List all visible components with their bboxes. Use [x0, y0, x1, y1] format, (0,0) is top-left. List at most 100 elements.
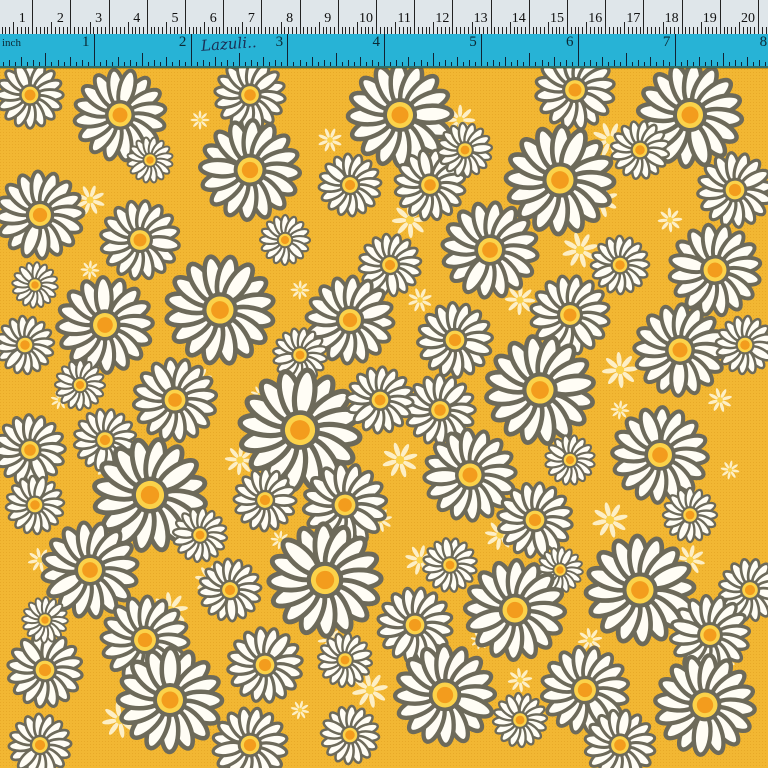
- cm-tick: [200, 27, 202, 34]
- cm-label: 5: [171, 11, 179, 26]
- cm-tick: [467, 27, 469, 34]
- inch-label: 6: [566, 34, 574, 50]
- cm-tick: [494, 27, 496, 34]
- cm-tick: [391, 27, 393, 34]
- cm-tick: [540, 27, 542, 34]
- cm-tick: [303, 27, 305, 34]
- small-white-flower: [190, 110, 210, 130]
- cm-tick: [291, 27, 293, 34]
- cm-tick: [402, 27, 404, 34]
- cm-tick: [387, 27, 389, 34]
- cm-tick: [337, 0, 339, 34]
- cm-tick: [97, 27, 99, 34]
- cm-tick: [662, 22, 664, 34]
- cm-tick: [100, 27, 102, 34]
- cm-tick: [150, 27, 152, 34]
- cm-tick: [234, 27, 236, 34]
- cm-tick: [406, 27, 408, 34]
- cm-tick: [211, 27, 213, 34]
- cm-label: 6: [209, 11, 217, 26]
- cm-tick: [47, 27, 49, 34]
- cm-tick: [578, 27, 580, 34]
- cm-tick: [123, 27, 125, 34]
- inch-tick: [747, 57, 749, 66]
- cm-tick: [758, 0, 759, 34]
- cm-tick: [723, 27, 725, 34]
- inch-tick: [21, 57, 23, 66]
- cm-tick: [1, 27, 3, 34]
- fabric-photo: 1 2 3 4 5 6 7 8 9 10 11 12 13 14 15 16 17 18 19 20 inch Laz…: [0, 0, 768, 768]
- cm-label: 4: [133, 11, 141, 26]
- cm-tick: [754, 27, 756, 34]
- cm-tick: [333, 27, 335, 34]
- inch-tick: [118, 57, 119, 66]
- cm-tick: [120, 27, 122, 34]
- cm-tick: [704, 27, 706, 34]
- inch-tick: [287, 34, 289, 66]
- inch-tick: [626, 53, 628, 66]
- cm-tick: [620, 27, 622, 34]
- cm-label: 15: [550, 11, 564, 26]
- inch-tick: [263, 57, 265, 66]
- cm-tick: [532, 27, 534, 34]
- inch-tick: [45, 53, 47, 66]
- cm-tick: [376, 0, 377, 34]
- cm-tick: [238, 27, 240, 34]
- cm-tick: [207, 27, 209, 34]
- cm-tick: [62, 27, 64, 34]
- cm-tick: [307, 27, 309, 34]
- cm-tick: [524, 27, 526, 34]
- inch-tick: [650, 57, 652, 66]
- cm-tick: [383, 27, 385, 34]
- cm-tick: [70, 0, 72, 34]
- cm-tick: [78, 27, 80, 34]
- inch-tick: [456, 57, 458, 66]
- cm-tick: [242, 22, 244, 34]
- cm-tick: [498, 27, 500, 34]
- inch-label: 7: [662, 34, 671, 50]
- cm-tick: [257, 27, 259, 34]
- cm-tick: [418, 27, 420, 34]
- cm-tick: [288, 27, 290, 34]
- cm-tick: [127, 22, 129, 34]
- cm-tick: [188, 27, 190, 34]
- cm-tick: [658, 27, 660, 34]
- cm-tick: [181, 27, 183, 34]
- inch-tick: [674, 34, 676, 66]
- cm-tick: [448, 27, 450, 34]
- cm-label: 19: [702, 11, 717, 26]
- cm-tick: [735, 27, 737, 34]
- inch-ruler: inch Lazuli.. 1 2 3 4 5 6 7 8: [0, 33, 768, 68]
- cm-tick: [624, 22, 626, 34]
- cm-tick: [421, 27, 423, 34]
- inch-tick: [602, 57, 603, 66]
- cm-tick: [513, 27, 515, 34]
- cm-tick: [280, 22, 282, 34]
- cm-tick: [223, 0, 225, 34]
- cm-tick: [696, 27, 698, 34]
- cm-tick: [631, 27, 633, 34]
- cm-tick: [746, 27, 748, 34]
- cm-tick: [410, 27, 412, 34]
- cm-tick: [66, 27, 68, 34]
- cm-tick: [24, 27, 26, 34]
- cm-tick: [219, 27, 221, 34]
- cm-tick: [635, 27, 637, 34]
- cm-tick: [356, 22, 358, 34]
- cm-tick: [505, 27, 507, 34]
- cm-tick: [727, 27, 729, 34]
- inch-tick: [360, 57, 361, 66]
- cm-tick: [395, 22, 397, 34]
- cm-tick: [345, 27, 347, 34]
- cm-tick: [433, 22, 435, 34]
- cm-tick: [429, 27, 431, 34]
- cm-tick: [670, 27, 672, 34]
- cm-label: 20: [741, 11, 755, 26]
- cm-tick: [490, 0, 492, 34]
- cm-label: 1: [18, 11, 26, 26]
- cm-tick: [364, 27, 366, 34]
- cm-label: 8: [286, 11, 294, 26]
- inch-tick: [432, 53, 434, 66]
- cm-tick: [616, 27, 618, 34]
- cm-tick: [738, 22, 740, 34]
